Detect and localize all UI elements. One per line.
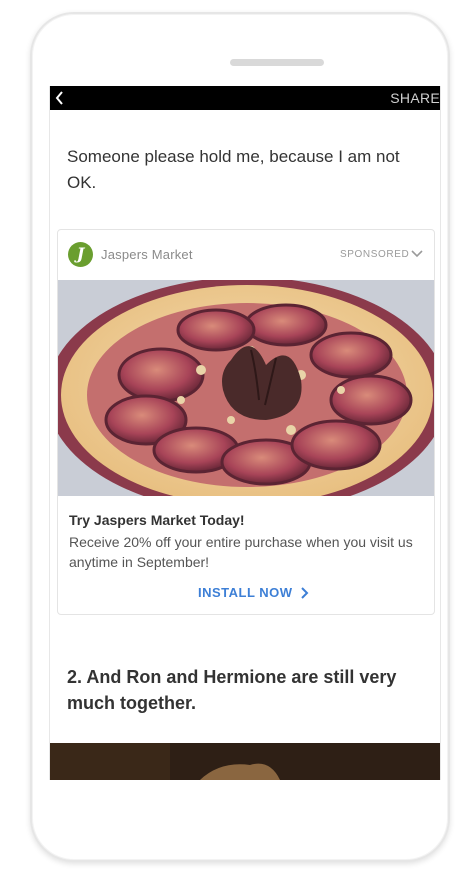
ad-header: J Jaspers Market SPONSORED <box>58 230 434 280</box>
ad-description: Receive 20% off your entire purchase whe… <box>69 534 413 570</box>
brand-name[interactable]: Jaspers Market <box>101 247 193 262</box>
fig-tart-image[interactable] <box>57 280 435 496</box>
chevron-down-icon[interactable] <box>410 248 424 260</box>
chevron-right-icon <box>301 587 309 599</box>
chevron-left-icon[interactable] <box>53 89 67 107</box>
article-photo <box>50 743 440 780</box>
install-now-button[interactable]: INSTALL NOW <box>198 584 309 604</box>
article-heading: 2. And Ron and Hermione are still very m… <box>67 667 397 713</box>
phone-screen: SHARE Someone please hold me, because I … <box>49 86 441 780</box>
top-bar: SHARE <box>50 86 440 110</box>
brand-logo: J <box>68 242 93 267</box>
sponsored-label: SPONSORED <box>340 249 410 260</box>
brand-logo-letter: J <box>76 244 85 263</box>
ad-title: Try Jaspers Market Today! <box>69 512 245 528</box>
share-button[interactable]: SHARE <box>390 90 440 106</box>
phone-speaker <box>230 59 324 66</box>
sponsored-ad-card[interactable]: J Jaspers Market SPONSORED Try Jaspers M… <box>57 229 435 615</box>
intro-text: Someone please hold me, because I am not… <box>67 147 400 192</box>
install-now-label: INSTALL NOW <box>198 585 293 600</box>
